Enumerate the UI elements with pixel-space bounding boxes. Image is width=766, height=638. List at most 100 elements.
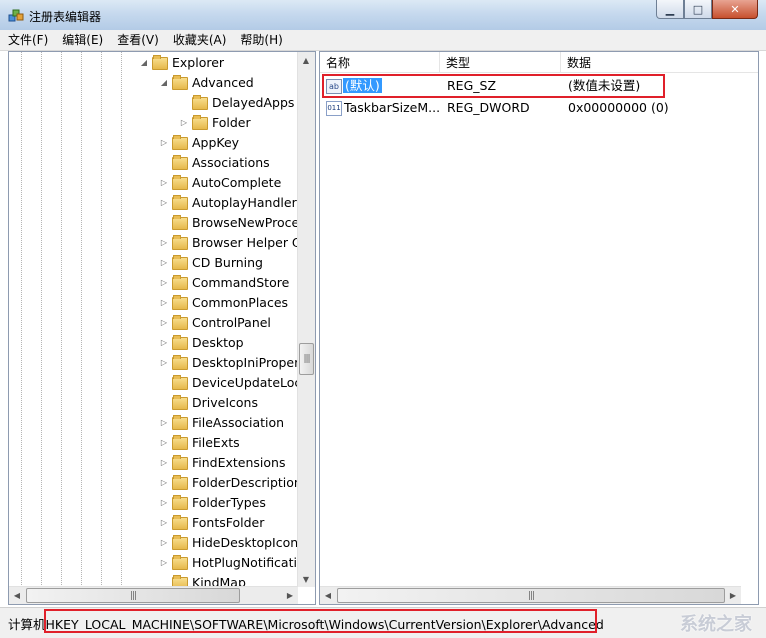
- folder-icon: [172, 475, 188, 490]
- menu-edit[interactable]: 编辑(E): [54, 30, 109, 50]
- tree-node[interactable]: ▷ FileExts: [159, 432, 240, 452]
- expand-icon[interactable]: ▷: [159, 278, 169, 287]
- tree-vertical-scrollbar[interactable]: ▲ ||| ▼: [297, 52, 315, 587]
- expand-icon[interactable]: ▷: [159, 478, 169, 487]
- tree-node-label: Browser Helper Objects: [192, 234, 298, 250]
- tree-node[interactable]: ▷ FileAssociation: [159, 412, 284, 432]
- expand-icon[interactable]: ▷: [159, 498, 169, 507]
- menu-file[interactable]: 文件(F): [0, 30, 54, 50]
- tree-node[interactable]: ◢ Advanced: [159, 72, 254, 92]
- scroll-left-icon[interactable]: ◀: [9, 587, 25, 603]
- tree-node[interactable]: BrowseNewProcess: [159, 212, 298, 232]
- expand-icon[interactable]: ▷: [159, 198, 169, 207]
- tree-node[interactable]: ▷ Desktop: [159, 332, 244, 352]
- expand-icon[interactable]: ▷: [159, 538, 169, 547]
- tree-node-label: HotPlugNotification: [192, 554, 298, 570]
- collapse-icon[interactable]: ◢: [139, 58, 149, 67]
- expand-icon[interactable]: ▷: [159, 178, 169, 187]
- folder-icon: [172, 235, 188, 250]
- tree-node[interactable]: ▷ Folder: [179, 112, 251, 132]
- scroll-right-icon[interactable]: ▶: [725, 587, 741, 603]
- scroll-left-icon[interactable]: ◀: [320, 587, 336, 603]
- tree-node[interactable]: DelayedApps: [179, 92, 294, 112]
- tree-node[interactable]: ▷ FindExtensions: [159, 452, 286, 472]
- tree-node[interactable]: ▷ AutoComplete: [159, 172, 281, 192]
- tree-node-label: BrowseNewProcess: [192, 214, 298, 230]
- tree-node[interactable]: Associations: [159, 152, 270, 172]
- tree-node[interactable]: ▷ ControlPanel: [159, 312, 271, 332]
- tree-node-label: DelayedApps: [212, 94, 295, 110]
- tree-node[interactable]: ▷ CD Burning: [159, 252, 263, 272]
- close-icon: ✕: [730, 2, 740, 16]
- folder-icon: [172, 555, 188, 570]
- minimize-button[interactable]: ▁: [656, 0, 684, 19]
- folder-icon: [172, 315, 188, 330]
- expand-icon[interactable]: ▷: [159, 418, 169, 427]
- scroll-right-icon[interactable]: ▶: [282, 587, 298, 603]
- expand-icon[interactable]: ▷: [179, 118, 189, 127]
- tree-pane: ◢ Explorer ◢ Advanced DelayedApps ▷ Folder ▷ App…: [8, 51, 316, 605]
- menu-help[interactable]: 帮助(H): [232, 30, 288, 50]
- expand-icon[interactable]: ▷: [159, 298, 169, 307]
- value-row-taskbarsize[interactable]: 011 TaskbarSizeM... REG_DWORD 0x00000000…: [320, 98, 740, 118]
- column-header-name[interactable]: 名称: [320, 52, 440, 72]
- tree-node[interactable]: ▷ FontsFolder: [159, 512, 264, 532]
- expand-icon[interactable]: ▷: [159, 238, 169, 247]
- scroll-thumb[interactable]: |||: [299, 343, 314, 375]
- list-horizontal-scrollbar[interactable]: ◀ ||| ▶: [320, 586, 741, 604]
- folder-icon: [172, 75, 188, 90]
- tree-node[interactable]: DriveIcons: [159, 392, 258, 412]
- tree-node[interactable]: ▷ HideDesktopIcons: [159, 532, 298, 552]
- menu-view[interactable]: 查看(V): [109, 30, 165, 50]
- scroll-down-icon[interactable]: ▼: [298, 571, 314, 587]
- column-header-data[interactable]: 数据: [561, 52, 758, 72]
- scroll-up-icon[interactable]: ▲: [298, 52, 314, 68]
- collapse-icon[interactable]: ◢: [159, 78, 169, 87]
- tree-node[interactable]: ▷ AppKey: [159, 132, 239, 152]
- folder-icon: [172, 155, 188, 170]
- tree-node-label: Desktop: [192, 334, 244, 350]
- tree-node[interactable]: ▷ DesktopIniPropertyMap: [159, 352, 298, 372]
- scroll-grip: |||: [527, 590, 535, 601]
- expand-icon[interactable]: ▷: [159, 358, 169, 367]
- tree-node[interactable]: KindMap: [159, 572, 246, 587]
- tree-node-label: Folder: [212, 114, 251, 130]
- scroll-thumb[interactable]: |||: [26, 588, 240, 603]
- folder-icon: [172, 135, 188, 150]
- tree-guide-line: [81, 52, 82, 587]
- expand-icon[interactable]: ▷: [159, 338, 169, 347]
- highlight-box: [322, 74, 665, 98]
- tree-node[interactable]: ▷ Browser Helper Objects: [159, 232, 298, 252]
- tree-horizontal-scrollbar[interactable]: ◀ ||| ▶: [9, 586, 298, 604]
- registry-tree: ◢ Explorer ◢ Advanced DelayedApps ▷ Folder ▷ App…: [9, 52, 298, 587]
- value-data: 0x00000000 (0): [568, 100, 669, 115]
- close-button[interactable]: ✕: [712, 0, 758, 19]
- tree-node[interactable]: ▷ FolderTypes: [159, 492, 266, 512]
- tree-node[interactable]: ▷ CommandStore: [159, 272, 289, 292]
- tree-guide-line: [41, 52, 42, 587]
- expand-icon[interactable]: ▷: [159, 138, 169, 147]
- expand-icon[interactable]: ▷: [159, 318, 169, 327]
- column-header-type[interactable]: 类型: [440, 52, 561, 72]
- expand-icon[interactable]: ▷: [159, 518, 169, 527]
- expand-icon[interactable]: ▷: [159, 558, 169, 567]
- tree-node[interactable]: ▷ HotPlugNotification: [159, 552, 298, 572]
- folder-icon: [172, 335, 188, 350]
- status-bar: 计算机HKEY_LOCAL_MACHINE\SOFTWARE\Microsoft…: [0, 607, 766, 638]
- folder-icon: [172, 275, 188, 290]
- value-type: REG_DWORD: [447, 100, 530, 115]
- expand-icon[interactable]: ▷: [159, 438, 169, 447]
- maximize-button[interactable]: □: [684, 0, 712, 19]
- menu-favorites[interactable]: 收藏夹(A): [165, 30, 233, 50]
- tree-node[interactable]: ▷ FolderDescriptions: [159, 472, 298, 492]
- folder-icon: [172, 535, 188, 550]
- tree-node-label: CommandStore: [192, 274, 290, 290]
- expand-icon[interactable]: ▷: [159, 258, 169, 267]
- tree-node[interactable]: DeviceUpdateLocations: [159, 372, 298, 392]
- tree-node-label: DesktopIniPropertyMap: [192, 354, 298, 370]
- tree-node[interactable]: ▷ CommonPlaces: [159, 292, 288, 312]
- scroll-thumb[interactable]: |||: [337, 588, 725, 603]
- expand-icon[interactable]: ▷: [159, 458, 169, 467]
- tree-node[interactable]: ◢ Explorer: [139, 52, 224, 72]
- tree-node[interactable]: ▷ AutoplayHandlers: [159, 192, 298, 212]
